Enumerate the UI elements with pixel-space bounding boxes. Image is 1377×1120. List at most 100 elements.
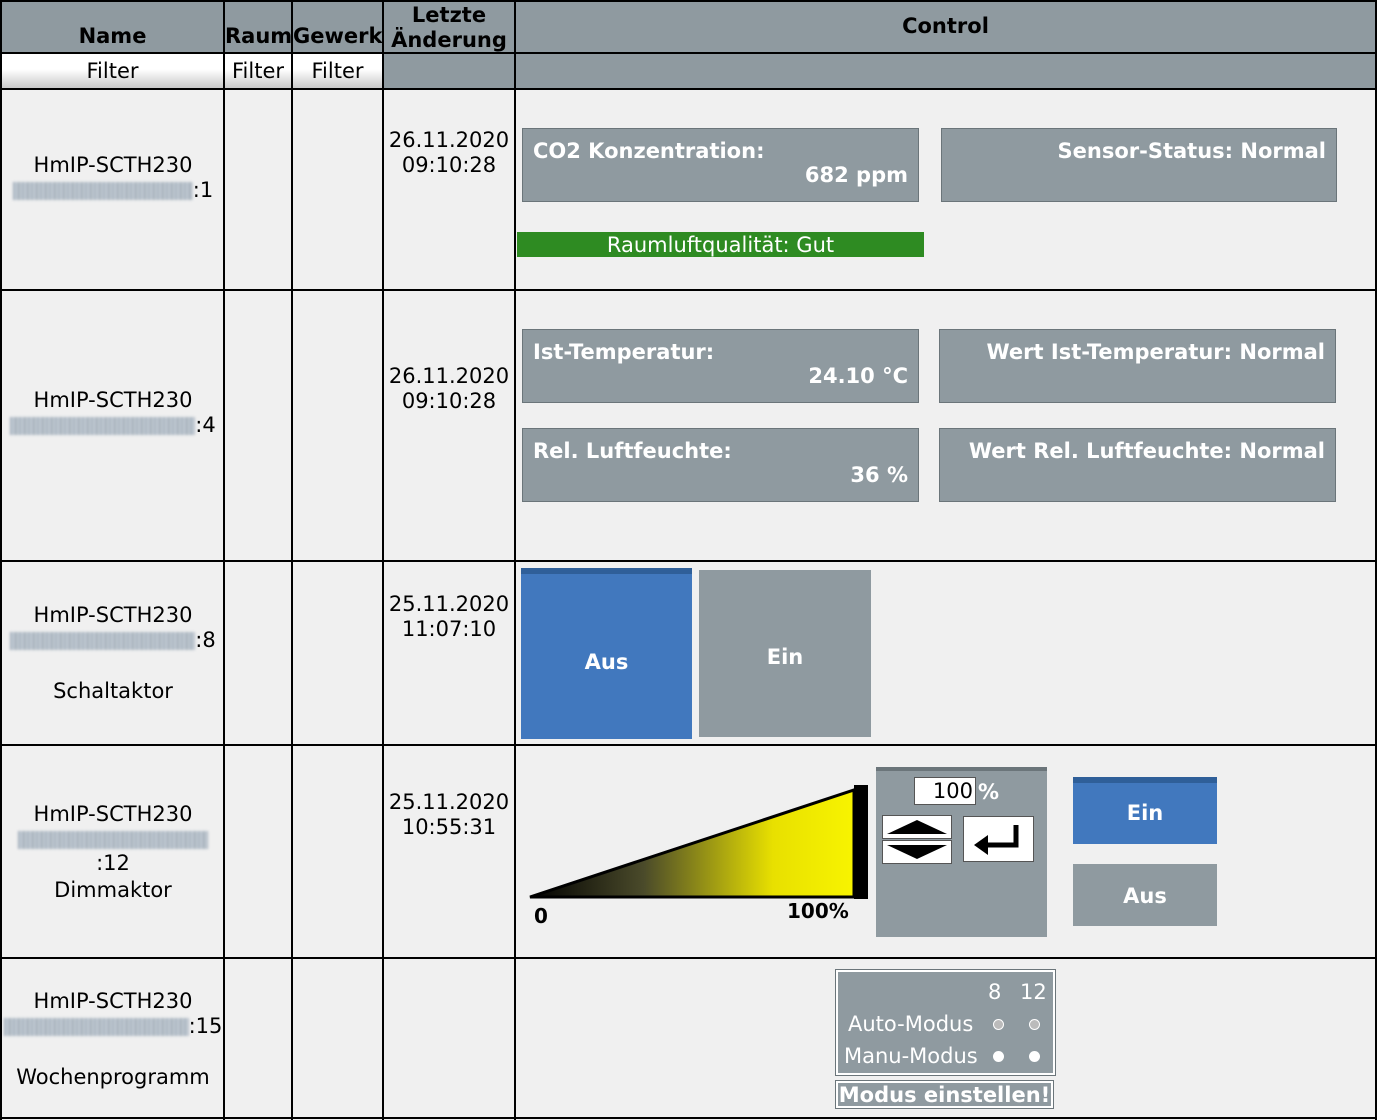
co2-label: CO2 Konzentration: [533,139,765,163]
triangle-down-icon [887,845,947,859]
grid-line [0,88,1377,90]
header-gewerk[interactable]: Gewerk [293,24,382,48]
grid-line [0,52,1377,54]
device-address: :12 [2,827,224,875]
grid-line [0,289,1377,291]
column-8-label: 8 [988,980,1002,1004]
dimmer-off-button[interactable]: Aus [1073,864,1217,926]
sensor-status-box: Sensor-Status: Normal [941,128,1337,202]
blurred-serial [10,417,196,435]
grid-line [0,744,1377,746]
triangle-up-icon [887,820,947,834]
last-change: 26.11.2020 09:10:28 [384,364,514,414]
grid-line [0,957,1377,959]
decrease-button[interactable] [882,840,952,864]
header-letzte-line1: Letzte [411,3,487,27]
increase-button[interactable] [882,815,952,839]
manual-mode-radio-12[interactable] [1029,1051,1040,1062]
grid-line [0,0,2,1120]
dimmer-ramp [529,787,856,899]
auto-mode-label: Auto-Modus [848,1012,974,1036]
last-change-date: 26.11.2020 [388,128,510,152]
channel-number: :8 [195,628,216,652]
temperature-status-box: Wert Ist-Temperatur: Normal [939,329,1336,403]
grid-line [0,0,1377,2]
manual-mode-label: Manu-Modus [844,1044,978,1068]
last-change-time: 09:10:28 [401,389,497,413]
set-mode-button[interactable]: Modus einstellen! [835,1080,1054,1109]
channel-number: :1 [192,178,214,202]
temperature-label: Ist-Temperatur: [533,340,715,364]
column-12-label: 12 [1020,980,1047,1004]
filter-raum[interactable]: Filter [225,54,291,88]
humidity-label: Rel. Luftfeuchte: [533,439,732,463]
air-quality-bar: Raumluftqualität: Gut [517,232,924,257]
auto-mode-radio-8[interactable] [993,1019,1004,1030]
dimmer-level-unit: % [978,780,1000,804]
manual-mode-radio-8[interactable] [993,1051,1004,1062]
blurred-serial [12,182,193,200]
last-change: 26.11.2020 09:10:28 [384,128,514,178]
grid-line [291,0,293,1120]
device-name: HmIP-SCTH230 [33,153,193,177]
last-change-date: 25.11.2020 [388,592,510,616]
channel-number: :15 [188,1014,223,1038]
device-name: HmIP-SCTH230 [33,802,193,826]
device-type: Dimmaktor [54,878,172,902]
device-type: Schaltaktor [53,679,173,703]
blurred-serial [10,632,196,650]
switch-off-button[interactable]: Aus [521,568,692,739]
last-change-time: 09:10:28 [401,153,497,177]
header-letzte-aenderung[interactable]: Letzte Änderung [384,3,514,53]
grid-line [223,0,225,1120]
channel-number: :4 [195,413,216,437]
blurred-serial [3,1018,189,1036]
co2-box: CO2 Konzentration: 682 ppm [522,128,919,202]
grid-line [382,0,384,1120]
device-name: HmIP-SCTH230 [33,989,193,1013]
humidity-box: Rel. Luftfeuchte: 36 % [522,428,919,502]
switch-on-button[interactable]: Ein [699,570,871,737]
device-name: HmIP-SCTH230 [33,603,193,627]
temperature-value: 24.10 °C [808,364,908,388]
humidity-value: 36 % [850,463,908,487]
auto-mode-radio-12[interactable] [1029,1019,1040,1030]
header-name[interactable]: Name [2,24,223,48]
last-change-time: 11:07:10 [401,617,497,641]
device-address: :15 [2,1014,224,1038]
dimmer-scale-max: 100% [787,899,849,923]
last-change: 25.11.2020 11:07:10 [384,592,514,642]
grid-line [514,0,516,1120]
dimmer-level-slider[interactable] [528,782,874,900]
last-change-time: 10:55:31 [401,815,497,839]
header-control: Control [902,14,989,38]
device-name: HmIP-SCTH230 [33,388,193,412]
temperature-status-label: Wert Ist-Temperatur: Normal [986,340,1325,364]
grid-line [0,560,1377,562]
humidity-status-label: Wert Rel. Luftfeuchte: Normal [968,439,1325,463]
last-change: 25.11.2020 10:55:31 [384,790,514,840]
temperature-box: Ist-Temperatur: 24.10 °C [522,329,919,403]
device-type: Wochenprogramm [16,1065,210,1089]
channel-number: :12 [96,851,130,875]
dimmer-handle[interactable] [854,785,868,899]
filter-gewerk[interactable]: Filter [293,54,382,88]
sensor-status-label: Sensor-Status: Normal [1057,139,1326,163]
blurred-serial [18,831,208,849]
dimmer-level-input[interactable] [914,777,976,805]
apply-level-button[interactable] [963,816,1034,862]
humidity-status-box: Wert Rel. Luftfeuchte: Normal [939,428,1336,502]
device-address: :4 [2,413,224,437]
grid-line [0,1117,1377,1119]
dimmer-on-button[interactable]: Ein [1073,777,1217,844]
device-address: :8 [2,628,224,652]
last-change-date: 26.11.2020 [388,364,510,388]
last-change-date: 25.11.2020 [388,790,510,814]
header-raum[interactable]: Raum [225,24,292,48]
filter-name[interactable]: Filter [2,54,223,88]
co2-value: 682 ppm [804,163,908,187]
week-program-panel: 8 12 Auto-Modus Manu-Modus [835,969,1056,1076]
dimmer-scale-min: 0 [534,904,548,928]
header-letzte-line2: Änderung [391,28,507,52]
device-table: Filter Filter Filter Name Raum Gewerk Le… [0,0,1377,1120]
